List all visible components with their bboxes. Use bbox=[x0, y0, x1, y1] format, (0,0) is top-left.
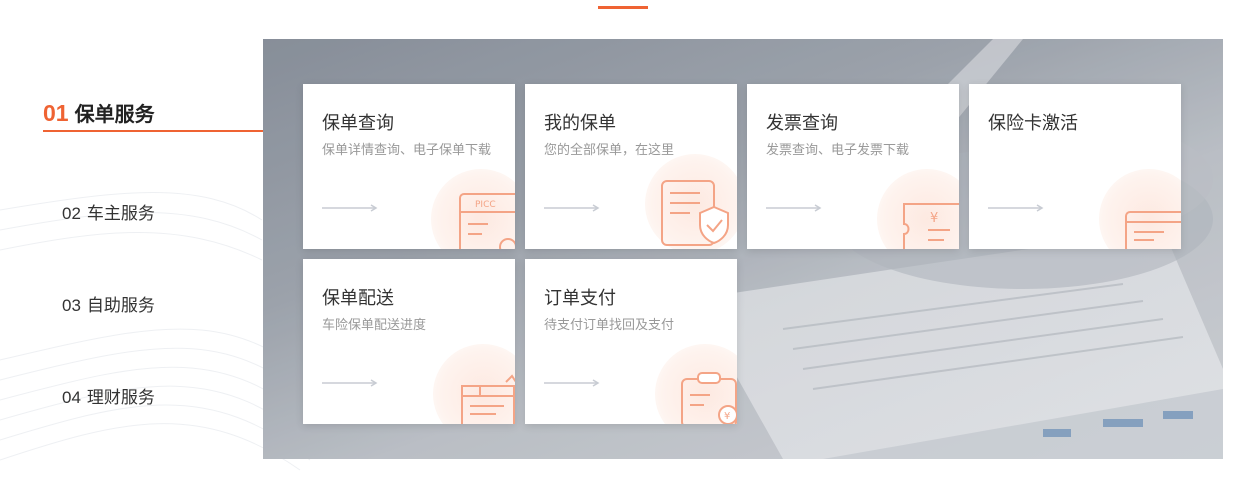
shield-policy-icon bbox=[661, 180, 729, 246]
nav-item-policy-service[interactable]: 01 保单服务 bbox=[43, 98, 169, 127]
yen-symbol: ¥ bbox=[724, 411, 730, 422]
card-my-policies[interactable]: 我的保单 您的全部保单，在这里 bbox=[525, 84, 737, 249]
top-accent-bar bbox=[598, 6, 648, 9]
card-icon bbox=[1125, 211, 1181, 249]
nav-item-number: 01 bbox=[43, 100, 69, 126]
active-nav-underline bbox=[43, 130, 276, 132]
arrow-right-icon bbox=[544, 379, 600, 387]
card-policy-query[interactable]: 保单查询 保单详情查询、电子保单下载 PICC bbox=[303, 84, 515, 249]
arrow-right-icon bbox=[544, 204, 600, 212]
arrow-right-icon bbox=[988, 204, 1044, 212]
arrow-right-icon bbox=[322, 204, 378, 212]
nav-item-finance-service[interactable]: 04 理财服务 bbox=[62, 383, 155, 408]
delivery-box-icon bbox=[461, 374, 515, 424]
arrow-right-icon bbox=[766, 204, 822, 212]
card-title: 我的保单 bbox=[544, 113, 616, 133]
nav-item-self-service[interactable]: 03 自助服务 bbox=[62, 291, 155, 316]
card-title: 订单支付 bbox=[544, 288, 616, 308]
card-title: 保单查询 bbox=[322, 113, 394, 133]
clipboard-pay-icon: ¥ bbox=[681, 372, 737, 424]
nav-item-number: 02 bbox=[62, 204, 81, 223]
card-insurance-card-activation[interactable]: 保险卡激活 bbox=[969, 84, 1181, 249]
yen-symbol: ¥ bbox=[930, 211, 938, 226]
card-description: 保单详情查询、电子保单下载 bbox=[322, 142, 492, 157]
picc-policy-icon: PICC bbox=[459, 193, 515, 249]
nav-item-label: 保单服务 bbox=[74, 104, 155, 126]
card-description: 车险保单配送进度 bbox=[322, 317, 427, 332]
card-title: 发票查询 bbox=[766, 113, 838, 133]
nav-item-label: 自助服务 bbox=[86, 296, 155, 315]
card-title: 保险卡激活 bbox=[988, 113, 1078, 133]
nav-item-number: 04 bbox=[62, 388, 81, 407]
card-title: 保单配送 bbox=[322, 288, 394, 308]
card-description: 发票查询、电子发票下载 bbox=[766, 142, 910, 157]
card-description: 待支付订单找回及支付 bbox=[544, 317, 675, 332]
nav-item-label: 理财服务 bbox=[86, 388, 155, 407]
arrow-right-icon bbox=[322, 379, 378, 387]
card-policy-delivery[interactable]: 保单配送 车险保单配送进度 bbox=[303, 259, 515, 424]
nav-item-owner-service[interactable]: 02 车主服务 bbox=[62, 199, 155, 224]
nav-item-number: 03 bbox=[62, 296, 81, 315]
nav-item-label: 车主服务 bbox=[86, 204, 155, 223]
invoice-yen-icon: ¥ bbox=[903, 203, 959, 249]
picc-label: PICC bbox=[475, 200, 496, 210]
card-order-payment[interactable]: 订单支付 待支付订单找回及支付 ¥ bbox=[525, 259, 737, 424]
service-category-nav: 01 保单服务 02 车主服务 03 自助服务 04 理财服务 bbox=[0, 0, 280, 494]
card-invoice-query[interactable]: 发票查询 发票查询、电子发票下载 ¥ bbox=[747, 84, 959, 249]
